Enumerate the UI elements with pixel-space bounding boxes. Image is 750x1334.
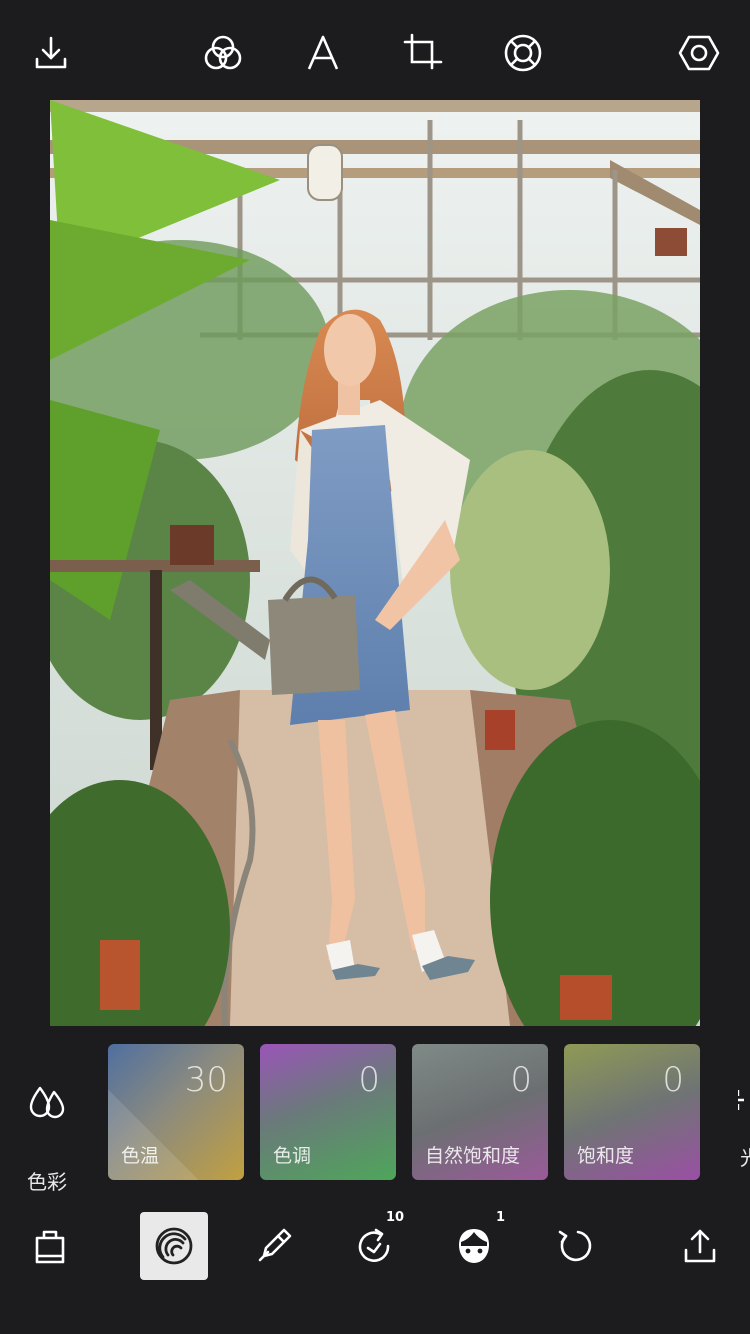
category-light-label: 光 bbox=[740, 1142, 750, 1171]
face-icon[interactable]: 1 bbox=[440, 1210, 508, 1280]
category-light-partial[interactable]: 光 bbox=[738, 1054, 750, 1184]
tile-vibrance[interactable]: 0 自然饱和度 bbox=[412, 1044, 548, 1180]
settings-icon[interactable] bbox=[674, 28, 724, 78]
bottom-toolbar: 10 1 bbox=[0, 1200, 750, 1334]
category-label: 色彩 bbox=[27, 1170, 67, 1194]
vibrance-value: 0 bbox=[510, 1060, 532, 1100]
tile-temperature[interactable]: 30 色温 bbox=[108, 1044, 244, 1180]
temperature-value: 30 bbox=[184, 1060, 228, 1100]
shop-bag-icon[interactable] bbox=[16, 1212, 84, 1280]
vibrance-label: 自然饱和度 bbox=[425, 1145, 521, 1167]
lifebuoy-icon[interactable] bbox=[498, 28, 548, 78]
top-toolbar bbox=[0, 0, 750, 100]
photo-image bbox=[50, 100, 700, 1026]
export-icon[interactable] bbox=[666, 1212, 734, 1280]
photo-preview[interactable] bbox=[50, 100, 700, 1026]
filters-icon[interactable] bbox=[198, 28, 248, 78]
text-icon[interactable] bbox=[298, 28, 348, 78]
temperature-label: 色温 bbox=[121, 1145, 160, 1167]
download-icon[interactable] bbox=[26, 28, 76, 78]
tint-value: 0 bbox=[358, 1060, 380, 1100]
tile-saturation[interactable]: 0 饱和度 bbox=[564, 1044, 700, 1180]
sun-icon bbox=[738, 1088, 750, 1112]
tile-tint[interactable]: 0 色调 bbox=[260, 1044, 396, 1180]
adjust-icon[interactable] bbox=[140, 1212, 208, 1280]
eraser-icon[interactable] bbox=[240, 1212, 308, 1280]
saturation-value: 0 bbox=[662, 1060, 684, 1100]
history-badge: 10 bbox=[386, 1210, 405, 1225]
history-icon[interactable]: 10 bbox=[340, 1210, 408, 1280]
saturation-label: 饱和度 bbox=[577, 1145, 635, 1167]
category-color[interactable]: 色彩 bbox=[14, 1054, 80, 1194]
color-drops-icon bbox=[27, 1082, 67, 1122]
face-badge: 1 bbox=[496, 1210, 506, 1225]
tint-label: 色调 bbox=[273, 1145, 312, 1167]
adjustment-panel: 色彩 30 色温 0 色调 0 自然饱和度 0 饱和度 光 bbox=[0, 1030, 750, 1200]
undo-icon[interactable] bbox=[540, 1212, 608, 1280]
crop-icon[interactable] bbox=[398, 28, 448, 78]
